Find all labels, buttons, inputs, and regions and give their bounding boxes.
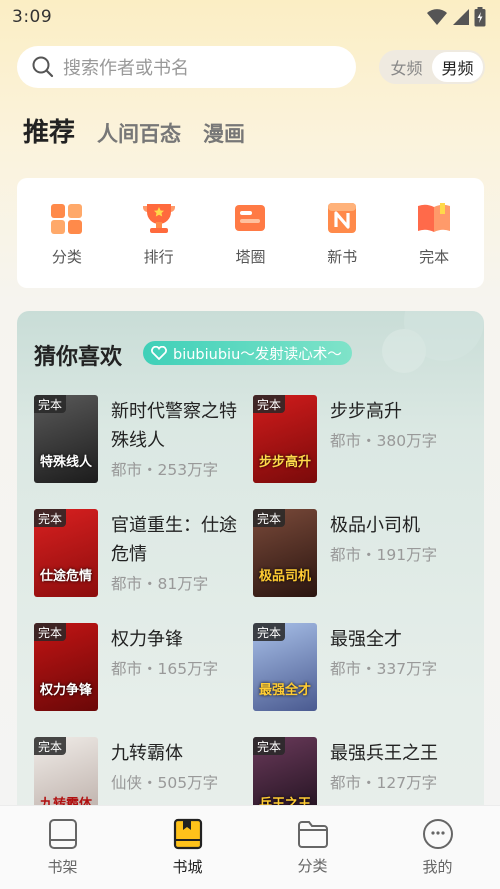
tab-recommend[interactable]: 推荐 <box>23 112 75 149</box>
search-row: 搜索作者或书名 女频 男频 <box>17 46 485 88</box>
book-meta: 都市・127万字 <box>330 774 438 792</box>
completed-badge: 完本 <box>253 737 286 755</box>
slogan-pill: biubiubiu～发射读心术～ <box>143 341 352 365</box>
cover-title: 步步高升 <box>258 455 311 471</box>
nav-label: 分类 <box>297 857 328 875</box>
cover-title: 仕途危情 <box>39 569 92 585</box>
cover-title: 最强全才 <box>258 683 311 699</box>
tab-life[interactable]: 人间百态 <box>97 118 181 148</box>
book-meta: 都市・81万字 <box>111 575 209 593</box>
book-cover: 完本 仕途危情 <box>34 509 98 597</box>
book-meta: 仙侠・505万字 <box>111 774 219 792</box>
book-item[interactable]: 完本 仕途危情 官道重生：仕途危情 都市・81万字 <box>34 509 254 599</box>
bookshelf-icon <box>48 819 77 849</box>
book-item[interactable]: 完本 权力争锋 权力争锋 都市・165万字 <box>34 623 254 713</box>
signal-icon <box>453 9 469 25</box>
completed-badge: 完本 <box>253 395 286 413</box>
bottom-navigation: 书架 书城 分类 我的 <box>0 805 500 889</box>
completed-badge: 完本 <box>34 623 67 641</box>
quick-entry-label: 分类 <box>51 247 82 266</box>
completed-badge: 完本 <box>34 509 67 527</box>
search-input[interactable]: 搜索作者或书名 <box>17 46 356 88</box>
completed-badge: 完本 <box>253 509 286 527</box>
quick-entry-category[interactable]: 分类 <box>27 200 107 267</box>
book-item[interactable]: 完本 极品司机 极品小司机 都市・191万字 <box>253 509 473 599</box>
book-item[interactable]: 完本 步步高升 步步高升 都市・380万字 <box>253 395 473 485</box>
folder-icon <box>297 821 328 848</box>
search-placeholder: 搜索作者或书名 <box>63 58 189 79</box>
book-cover: 完本 权力争锋 <box>34 623 98 711</box>
completed-badge: 完本 <box>34 395 67 413</box>
cover-title: 特殊线人 <box>39 455 92 471</box>
search-icon <box>32 56 54 78</box>
book-item[interactable]: 完本 特殊线人 新时代警察之特殊线人 都市・253万字 <box>34 395 254 485</box>
heart-icon <box>151 346 167 360</box>
quick-entry-ranking[interactable]: 排行 <box>119 200 199 267</box>
completed-badge: 完本 <box>34 737 67 755</box>
book-meta: 都市・380万字 <box>330 432 438 450</box>
book-cover: 完本 极品司机 <box>253 509 317 597</box>
gender-female-option[interactable]: 女频 <box>381 52 432 82</box>
quick-entry-card: 分类 排行 塔圈 新书 完本 <box>17 178 484 288</box>
book-cover: 完本 步步高升 <box>253 395 317 483</box>
book-item[interactable]: 完本 最强全才 最强全才 都市・337万字 <box>253 623 473 713</box>
bookstore-icon <box>173 818 202 850</box>
card-icon <box>235 204 266 231</box>
book-title: 权力争锋 <box>111 629 183 650</box>
nav-label: 书城 <box>172 858 203 876</box>
quick-entry-new-books[interactable]: 新书 <box>302 200 382 267</box>
book-title: 最强全才 <box>330 629 402 650</box>
status-time: 3:09 <box>12 7 53 27</box>
nav-profile[interactable]: 我的 <box>398 818 478 877</box>
completed-badge: 完本 <box>253 623 286 641</box>
tab-comics[interactable]: 漫画 <box>203 118 245 148</box>
section-title: 猜你喜欢 <box>34 345 123 370</box>
book-title: 新时代警察之特殊线人 <box>111 401 237 451</box>
new-book-icon <box>328 202 357 233</box>
book-cover: 完本 特殊线人 <box>34 395 98 483</box>
quick-entry-circle[interactable]: 塔圈 <box>210 200 290 267</box>
nav-label: 我的 <box>422 858 453 876</box>
book-title: 极品小司机 <box>330 515 420 536</box>
nav-category[interactable]: 分类 <box>273 819 353 876</box>
gender-male-option[interactable]: 男频 <box>432 52 483 82</box>
book-meta: 都市・253万字 <box>111 461 219 479</box>
trophy-icon <box>142 203 175 233</box>
nav-label: 书架 <box>47 858 78 876</box>
book-meta: 都市・191万字 <box>330 546 438 564</box>
book-cover: 完本 最强全才 <box>253 623 317 711</box>
cover-title: 极品司机 <box>258 569 311 585</box>
slogan-text: biubiubiu～发射读心术～ <box>173 346 342 363</box>
book-title: 步步高升 <box>330 401 402 422</box>
book-title: 最强兵王之王 <box>330 743 438 764</box>
quick-entry-label: 排行 <box>143 247 174 266</box>
nav-bookshelf[interactable]: 书架 <box>23 818 103 877</box>
grid-icon <box>50 203 82 234</box>
cover-title: 权力争锋 <box>39 683 92 699</box>
wifi-icon <box>427 9 447 25</box>
status-icons <box>426 7 486 27</box>
book-title: 九转霸体 <box>111 743 183 764</box>
book-meta: 都市・337万字 <box>330 660 438 678</box>
decorative-circles <box>382 311 484 373</box>
profile-icon <box>422 819 453 849</box>
guess-you-like-section: 猜你喜欢 biubiubiu～发射读心术～ 完本 特殊线人 新时代警察之特殊线人… <box>17 311 484 871</box>
quick-entry-label: 塔圈 <box>235 247 266 266</box>
quick-entry-completed[interactable]: 完本 <box>394 200 474 267</box>
quick-entry-label: 新书 <box>327 247 358 266</box>
channel-tabs: 推荐 人间百态 漫画 <box>23 112 245 149</box>
open-book-icon <box>418 202 451 232</box>
book-meta: 都市・165万字 <box>111 660 219 678</box>
nav-bookstore[interactable]: 书城 <box>148 818 228 877</box>
battery-icon <box>474 7 486 27</box>
book-title: 官道重生：仕途危情 <box>111 515 237 565</box>
gender-toggle[interactable]: 女频 男频 <box>379 50 485 84</box>
status-bar: 3:09 <box>0 0 500 34</box>
quick-entry-label: 完本 <box>419 247 450 266</box>
